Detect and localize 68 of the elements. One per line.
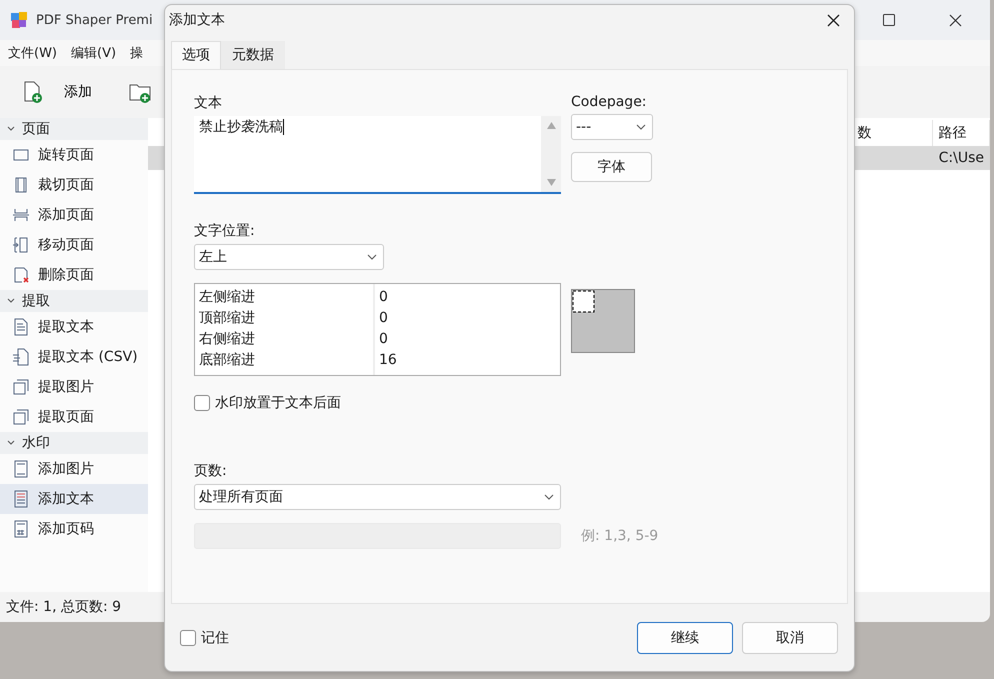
document-icon [12, 318, 30, 336]
document-icon [12, 460, 30, 478]
sidebar-item[interactable]: 旋转页面 [0, 140, 148, 170]
pages-dropdown[interactable]: 处理所有页面 [194, 484, 561, 510]
insert-page-icon [12, 206, 30, 224]
sidebar-item[interactable]: 提取文本 [0, 312, 148, 342]
text-field[interactable]: 禁止抄袭洗稿 [194, 116, 561, 194]
menu-item[interactable]: 操 [130, 44, 144, 62]
pages-icon [12, 378, 30, 396]
sidebar-item[interactable]: 添加页面 [0, 200, 148, 230]
sidebar-item[interactable]: 移动页面 [0, 230, 148, 260]
dialog-button[interactable]: 继续 [637, 622, 733, 654]
indent-value[interactable]: 16 [379, 350, 397, 371]
scroll-down-icon[interactable] [546, 179, 556, 186]
field-label: 文字位置: [194, 222, 256, 240]
sidebar-item[interactable]: 添加页码 [0, 514, 148, 544]
sidebar-item[interactable]: 裁切页面 [0, 170, 148, 200]
pages-icon [12, 408, 30, 426]
indent-value[interactable]: 0 [379, 329, 397, 350]
maximize-icon[interactable] [883, 14, 895, 26]
menu-item[interactable]: 文件(W) [8, 44, 57, 62]
tab[interactable]: 选项 [171, 41, 221, 69]
font-button[interactable]: 字体 [571, 152, 652, 182]
menu-item[interactable]: 编辑(V) [71, 44, 116, 62]
sidebar-item[interactable]: 删除页面 [0, 260, 148, 290]
status-text: 文件: 1, 总页数: 9 [6, 598, 122, 616]
checkbox[interactable] [194, 395, 210, 411]
chevron-down-icon [636, 124, 646, 130]
tab[interactable]: 元数据 [221, 41, 285, 69]
scroll-up-icon[interactable] [546, 122, 556, 129]
sidebar-item[interactable]: 提取页面 [0, 402, 148, 432]
checkbox[interactable] [180, 630, 196, 646]
dialog-title: 添加文本 [169, 11, 225, 29]
logo-icon [10, 11, 28, 29]
indent-value[interactable]: 0 [379, 308, 397, 329]
field-label: 页数: [194, 462, 228, 480]
indent-label: 底部缩进 [199, 351, 256, 370]
group-header[interactable]: 提取 [0, 290, 148, 312]
field-label: Codepage: [571, 94, 648, 110]
checkbox-label: 水印放置于文本后面 [215, 394, 341, 412]
chevron-down-icon [544, 494, 554, 500]
sidebar-item[interactable]: 添加文本 [0, 484, 148, 514]
document-icon [12, 490, 30, 508]
sidebar-item[interactable]: 提取图片 [0, 372, 148, 402]
group-header[interactable]: 页面 [0, 118, 148, 140]
position-preview-drawing [571, 289, 635, 353]
close-icon[interactable] [827, 14, 840, 26]
chevron-down-icon [367, 254, 377, 260]
group-header[interactable]: 水印 [0, 432, 148, 454]
document-icon [12, 348, 30, 366]
sidebar-item[interactable]: 添加图片 [0, 454, 148, 484]
close-icon[interactable] [949, 14, 962, 26]
indent-label: 右侧缩进 [199, 330, 256, 349]
delete-page-icon [12, 266, 30, 284]
toolbar-button[interactable]: 添加 [14, 76, 98, 108]
move-page-icon [12, 236, 30, 254]
position-dropdown[interactable]: 左上 [194, 244, 384, 270]
codepage-dropdown[interactable]: --- [571, 114, 653, 140]
checkbox-label: 记住 [201, 628, 229, 646]
sidebar-item[interactable]: 提取文本 (CSV) [0, 342, 148, 372]
indent-label: 左侧缩进 [199, 288, 256, 307]
dialog-button[interactable]: 取消 [742, 622, 838, 654]
window-title: PDF Shaper Premi [36, 12, 153, 28]
indent-value[interactable]: 0 [379, 287, 397, 308]
indent-label: 顶部缩进 [199, 309, 256, 328]
hint-text: 例: 1,3, 5-9 [581, 527, 658, 545]
field-label: 文本 [194, 94, 223, 112]
document-icon [12, 520, 30, 538]
